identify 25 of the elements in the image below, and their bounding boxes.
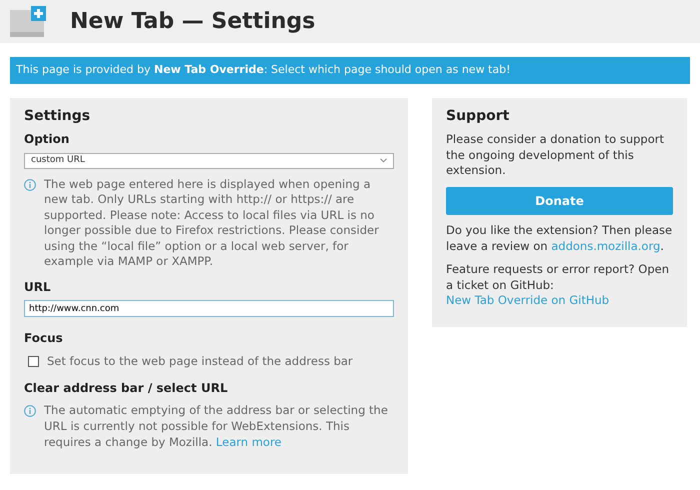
support-text: Please consider a donation to support the ongoing development of this extension. [446, 132, 665, 179]
section-heading: URL [24, 280, 52, 294]
learn-more-link[interactable]: Learn more [216, 434, 282, 448]
focus-checkbox[interactable] [28, 356, 39, 367]
checkbox-label: Set focus to the web page instead of the address bar [47, 354, 353, 370]
info-icon [24, 178, 36, 191]
section-heading: Option [24, 132, 70, 147]
addons-link[interactable]: addons.mozilla.org [551, 238, 660, 253]
feature-text: Feature requests or error report? Open a ticket on GitHub: [446, 262, 670, 294]
review-text: Do you like the extension? Then please leave a review on addons.mozilla.org. [446, 223, 673, 254]
section-heading: Clear address bar / select URL [24, 381, 229, 396]
page-title: New Tab — Settings [70, 10, 316, 32]
panel-title: Support [446, 108, 510, 124]
caret-icon [380, 158, 387, 164]
url-field[interactable]: http://www.cnn.com [24, 300, 394, 318]
info-icon [24, 405, 36, 418]
help-text: The web page entered here is displayed when opening a new tab. Only URLs starting with http:// or https:// are supported. Please note: Access to local files via URL is no longer possible due to Firefox restrictions. Please consider using the “local file” option or a local web server, for example via MAMP or XAMPP. [44, 176, 380, 270]
help-text: The automatic emptying of the address bar or selecting the URL is currently not possible for WebExtensions. This requires a change by Mozilla. Learn more [44, 403, 389, 450]
github-link[interactable]: New Tab Override on GitHub [446, 293, 610, 309]
option-select[interactable]: custom URL [24, 152, 394, 169]
info-banner: This page is provided by New Tab Override: Select which page should open as new tab! [10, 57, 690, 84]
section-heading: Focus [24, 331, 64, 346]
donate-button[interactable]: Donate [446, 186, 673, 216]
panel-title: Settings [24, 108, 92, 124]
logo-icon [10, 6, 46, 38]
